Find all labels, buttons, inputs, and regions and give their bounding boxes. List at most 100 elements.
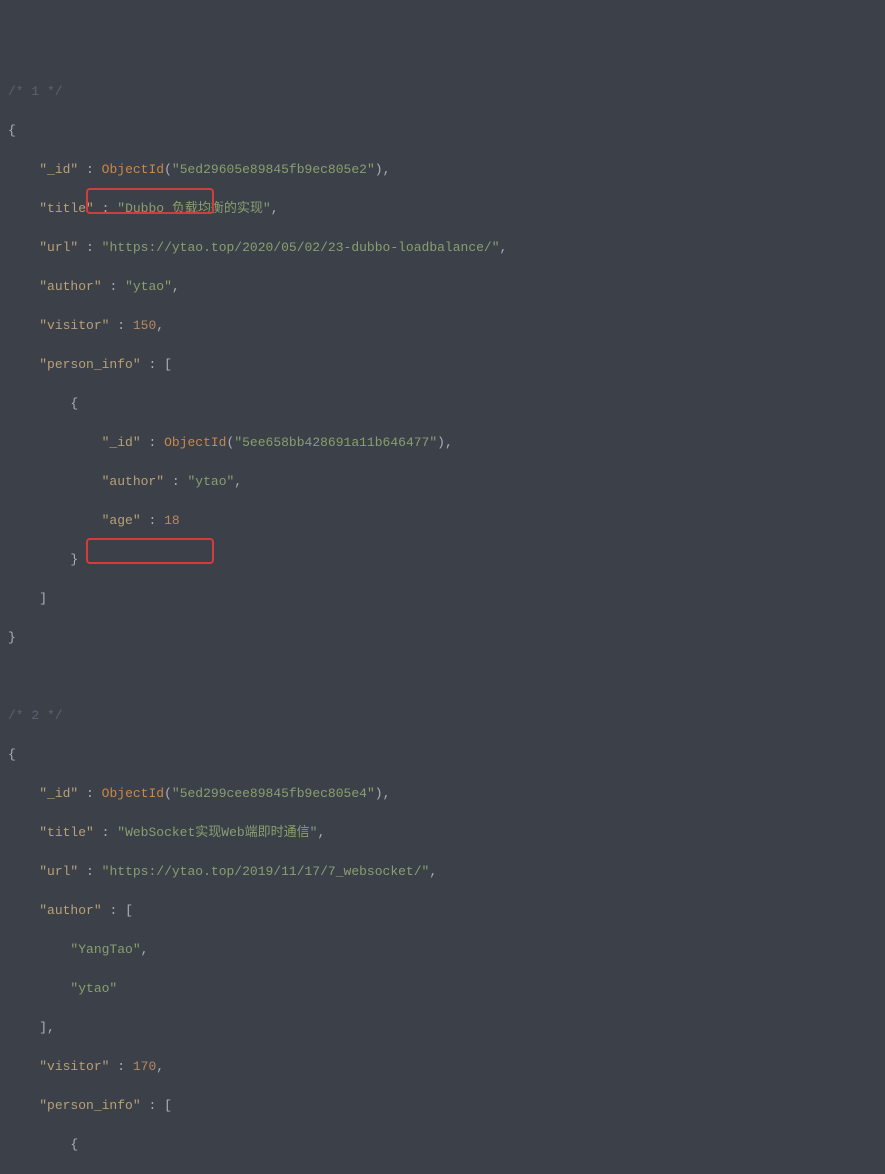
paren: ( — [164, 786, 172, 801]
code-line: "author" : "ytao", — [8, 277, 877, 297]
comment-text: /* 2 */ — [8, 708, 63, 723]
comma: , — [172, 279, 180, 294]
json-key: "visitor" — [39, 1059, 109, 1074]
brace-close: } — [70, 552, 78, 567]
brace-open: { — [70, 1137, 78, 1152]
blank-line — [8, 667, 877, 687]
brace-open: { — [8, 747, 16, 762]
comma: , — [317, 825, 325, 840]
comma: , — [383, 162, 391, 177]
json-key: "url" — [39, 864, 78, 879]
json-key: "author" — [39, 279, 101, 294]
string-val: "ytao" — [70, 981, 117, 996]
string-val: "https://ytao.top/2020/05/02/23-dubbo-lo… — [102, 240, 500, 255]
colon: : — [86, 786, 94, 801]
code-line: "_id" : ObjectId("5ee658bb428691a11b6464… — [8, 433, 877, 453]
colon: : — [86, 864, 94, 879]
code-line: "url" : "https://ytao.top/2020/05/02/23-… — [8, 238, 877, 258]
colon: : — [102, 201, 110, 216]
comma: , — [429, 864, 437, 879]
json-key: "age" — [102, 513, 141, 528]
bracket-open: [ — [164, 357, 172, 372]
code-line: { — [8, 121, 877, 141]
comma: , — [383, 786, 391, 801]
code-line: /* 2 */ — [8, 706, 877, 726]
comma: , — [445, 435, 453, 450]
string-val: "ytao" — [187, 474, 234, 489]
paren: ) — [375, 786, 383, 801]
number-val: 170 — [133, 1059, 156, 1074]
brace-open: { — [70, 396, 78, 411]
code-line: "visitor" : 150, — [8, 316, 877, 336]
json-key: "visitor" — [39, 318, 109, 333]
colon: : — [117, 1059, 125, 1074]
code-line: { — [8, 745, 877, 765]
string-val: "5ee658bb428691a11b646477" — [234, 435, 437, 450]
code-line: } — [8, 550, 877, 570]
colon: : — [86, 162, 94, 177]
colon: : — [148, 435, 156, 450]
json-key: "person_info" — [39, 1098, 140, 1113]
bracket-open: [ — [125, 903, 133, 918]
string-val: "ytao" — [125, 279, 172, 294]
brace-close: } — [8, 630, 16, 645]
string-val: "YangTao" — [70, 942, 140, 957]
json-key: "title" — [39, 825, 94, 840]
paren: ) — [437, 435, 445, 450]
colon: : — [117, 318, 125, 333]
comma: , — [500, 240, 508, 255]
string-val: "5ed299cee89845fb9ec805e4" — [172, 786, 375, 801]
json-key: "_id" — [39, 162, 78, 177]
colon: : — [109, 903, 117, 918]
colon: : — [148, 513, 156, 528]
json-key: "_id" — [39, 786, 78, 801]
code-line: "age" : 18 — [8, 511, 877, 531]
brace-open: { — [8, 123, 16, 138]
colon: : — [172, 474, 180, 489]
code-line: "title" : "WebSocket实现Web端即时通信", — [8, 823, 877, 843]
code-line: "person_info" : [ — [8, 1096, 877, 1116]
bracket-close: ] — [39, 1020, 47, 1035]
number-val: 150 — [133, 318, 156, 333]
code-line: ] — [8, 589, 877, 609]
code-line: "_id" : ObjectId("5ed299cee89845fb9ec805… — [8, 784, 877, 804]
code-line: "author" : [ — [8, 901, 877, 921]
comment-text: /* 1 */ — [8, 84, 63, 99]
code-line: ], — [8, 1018, 877, 1038]
func-name: ObjectId — [102, 162, 164, 177]
code-line: "person_info" : [ — [8, 355, 877, 375]
colon: : — [102, 825, 110, 840]
code-line: "visitor" : 170, — [8, 1057, 877, 1077]
comma: , — [234, 474, 242, 489]
code-line: "url" : "https://ytao.top/2019/11/17/7_w… — [8, 862, 877, 882]
colon: : — [148, 1098, 156, 1113]
code-line: { — [8, 394, 877, 414]
comma: , — [141, 942, 149, 957]
comma: , — [271, 201, 279, 216]
string-val: "5ed29605e89845fb9ec805e2" — [172, 162, 375, 177]
json-key: "person_info" — [39, 357, 140, 372]
code-line: { — [8, 1135, 877, 1155]
paren: ( — [164, 162, 172, 177]
json-key: "author" — [39, 903, 101, 918]
json-key: "title" — [39, 201, 94, 216]
number-val: 18 — [164, 513, 180, 528]
colon: : — [148, 357, 156, 372]
comma: , — [47, 1020, 55, 1035]
code-line: "author" : "ytao", — [8, 472, 877, 492]
json-key: "author" — [102, 474, 164, 489]
string-val: "Dubbo 负载均衡的实现" — [117, 201, 270, 216]
code-line: /* 1 */ — [8, 82, 877, 102]
code-line: "ytao" — [8, 979, 877, 999]
bracket-open: [ — [164, 1098, 172, 1113]
comma: , — [156, 318, 164, 333]
code-line: } — [8, 628, 877, 648]
bracket-close: ] — [39, 591, 47, 606]
func-name: ObjectId — [164, 435, 226, 450]
string-val: "https://ytao.top/2019/11/17/7_websocket… — [102, 864, 430, 879]
json-key: "_id" — [102, 435, 141, 450]
code-line: "YangTao", — [8, 940, 877, 960]
paren: ) — [375, 162, 383, 177]
func-name: ObjectId — [102, 786, 164, 801]
code-line: "_id" : ObjectId("5ed29605e89845fb9ec805… — [8, 160, 877, 180]
